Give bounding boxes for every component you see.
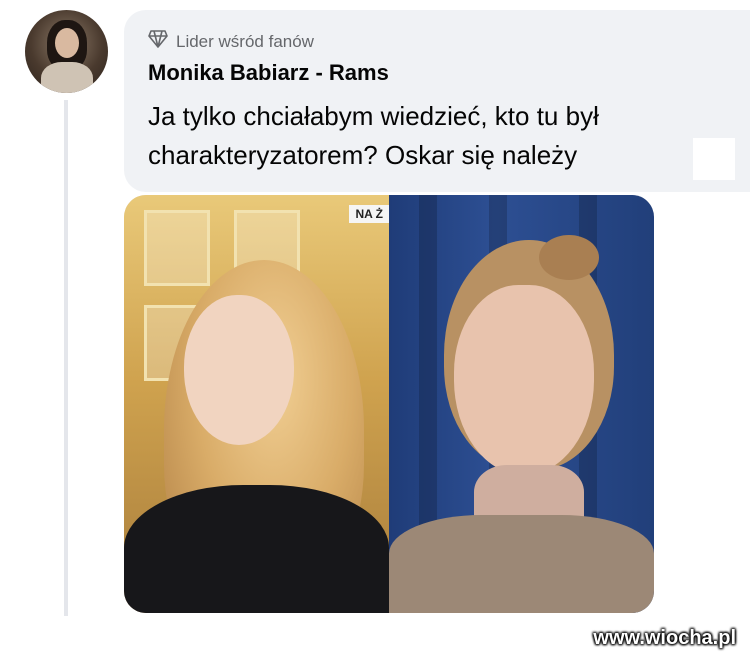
comment-photo[interactable]: NA Ż: [124, 195, 654, 613]
avatar-face: [55, 28, 79, 58]
comment-author-name[interactable]: Monika Babiarz - Rams: [148, 60, 389, 86]
woman-right-face: [454, 285, 594, 475]
top-fan-badge[interactable]: Lider wśród fanów: [148, 30, 314, 53]
comment-text: Ja tylko chciałabym wiedzieć, kto tu był…: [148, 101, 599, 170]
diamond-icon: [148, 30, 168, 53]
photo-right-panel: [389, 195, 654, 613]
photo-left-panel: NA Ż: [124, 195, 389, 613]
emoji-placeholder: [693, 138, 735, 180]
woman-right-hair-bun: [539, 235, 599, 280]
commenter-avatar[interactable]: [25, 10, 108, 93]
woman-left-torso: [124, 485, 389, 613]
tv-caption: NA Ż: [349, 205, 389, 223]
background-window: [144, 210, 210, 286]
thread-line: [64, 100, 68, 616]
woman-left-face: [184, 295, 294, 445]
avatar-body: [41, 62, 93, 93]
woman-right-coat: [389, 515, 654, 613]
site-watermark: www.wiocha.pl: [593, 627, 736, 649]
badge-label: Lider wśród fanów: [176, 31, 314, 51]
